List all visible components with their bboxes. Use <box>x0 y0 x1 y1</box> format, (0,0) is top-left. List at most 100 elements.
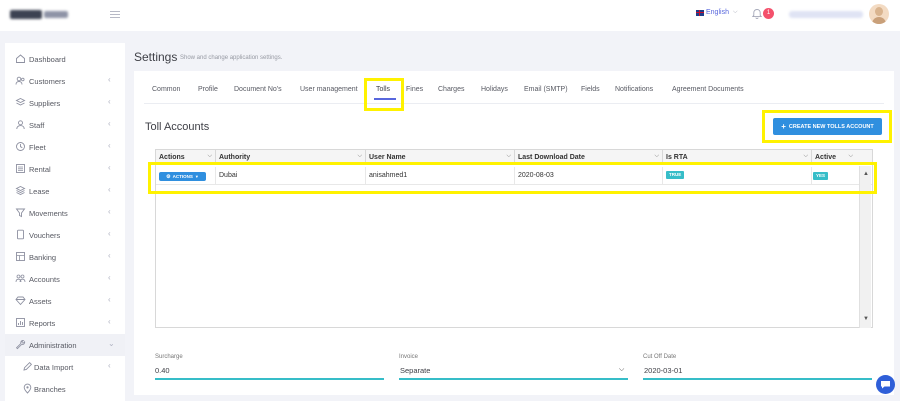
bell-icon[interactable] <box>751 8 763 20</box>
chevron-down-icon[interactable]: ⌵ <box>207 153 212 160</box>
sidebar-item-label: Rental <box>29 165 51 174</box>
tab-common[interactable]: Common <box>152 86 180 93</box>
chevron-down-icon[interactable]: ⌵ <box>848 153 853 160</box>
location-icon <box>23 383 32 394</box>
chevron-left-icon: ‹ <box>108 273 111 282</box>
tab-user-management[interactable]: User management <box>300 86 358 93</box>
top-bar: English ⌵ 1 <box>0 0 900 31</box>
sidebar-item-branches[interactable]: Branches <box>5 378 125 400</box>
avatar[interactable] <box>869 4 889 24</box>
sidebar-item-staff[interactable]: Staff ‹ <box>5 114 125 136</box>
chevron-left-icon: ‹ <box>108 361 111 370</box>
tab-charges[interactable]: Charges <box>438 86 464 93</box>
sidebar-item-label: Branches <box>34 385 66 394</box>
sidebar-item-label: Suppliers <box>29 99 61 108</box>
highlight-tolls-tab <box>364 78 404 111</box>
menu-toggle-icon[interactable] <box>110 11 120 18</box>
sidebar-item-label: Dashboard <box>29 55 66 64</box>
page-title: Settings <box>134 50 178 64</box>
page-subtitle: Show and change application settings. <box>180 55 283 61</box>
chevron-left-icon: ‹ <box>108 141 111 150</box>
sidebar-item-label: Administration <box>29 341 77 350</box>
invoice-label: Invoice <box>399 354 419 360</box>
diamond-icon <box>15 296 26 306</box>
tab-fines[interactable]: Fines <box>406 86 423 93</box>
sidebar-item-label: Assets <box>29 297 52 306</box>
edit-icon <box>23 361 33 371</box>
notification-badge[interactable]: 1 <box>763 8 774 19</box>
sidebar-item-suppliers[interactable]: Suppliers ‹ <box>5 92 125 114</box>
document-icon <box>17 229 24 240</box>
tab-holidays[interactable]: Holidays <box>481 86 508 93</box>
sidebar-item-label: Fleet <box>29 143 46 152</box>
language-selector[interactable]: English ⌵ <box>696 9 738 16</box>
chevron-left-icon: ‹ <box>108 185 111 194</box>
sidebar-item-rental[interactable]: Rental ‹ <box>5 158 125 180</box>
chevron-left-icon: ‹ <box>108 229 111 238</box>
tab-notifications[interactable]: Notifications <box>615 86 653 93</box>
sidebar-item-administration[interactable]: Administration ⌄ <box>5 334 125 356</box>
surcharge-underline <box>155 378 384 380</box>
chevron-down-icon[interactable]: ⌵ <box>619 366 624 374</box>
wrench-icon <box>15 340 26 350</box>
sidebar-item-label: Reports <box>29 319 56 328</box>
sidebar-item-label: Staff <box>29 121 45 130</box>
sidebar-item-reports[interactable]: Reports ‹ <box>5 312 125 334</box>
sidebar-item-banking[interactable]: Banking ‹ <box>5 246 125 268</box>
chevron-down-icon[interactable]: ⌵ <box>357 153 362 160</box>
users-icon <box>15 76 25 85</box>
chevron-left-icon: ‹ <box>108 317 111 326</box>
sidebar-item-label: Banking <box>29 253 57 262</box>
clock-icon <box>16 142 25 151</box>
chevron-down-icon[interactable]: ⌵ <box>654 153 659 160</box>
cutoff-date-input[interactable]: 2020-03-01 <box>644 366 682 375</box>
tab-profile[interactable]: Profile <box>198 86 218 93</box>
sidebar-item-fleet[interactable]: Fleet ‹ <box>5 136 125 158</box>
sidebar-item-dashboard[interactable]: Dashboard <box>5 48 125 70</box>
chat-icon <box>881 381 890 389</box>
tab-agreement-documents[interactable]: Agreement Documents <box>672 86 744 93</box>
chevron-left-icon: ‹ <box>108 295 111 304</box>
scroll-down-icon[interactable]: ▼ <box>863 316 869 322</box>
user-group-icon <box>16 120 25 130</box>
chevron-left-icon: ‹ <box>108 163 111 172</box>
tab-document-nos[interactable]: Document No's <box>234 86 282 93</box>
chevron-left-icon: ‹ <box>108 119 111 128</box>
chevron-left-icon: ‹ <box>108 75 111 84</box>
app-logo[interactable] <box>10 8 68 21</box>
cutoff-date-underline <box>643 378 872 380</box>
tab-fields[interactable]: Fields <box>581 86 600 93</box>
sidebar-item-label: Vouchers <box>29 231 61 240</box>
stack-icon <box>15 185 26 196</box>
layers-icon <box>15 97 26 106</box>
chevron-down-icon: ⌄ <box>108 339 115 348</box>
chevron-down-icon[interactable]: ⌵ <box>506 153 511 160</box>
surcharge-label: Surcharge <box>155 354 183 360</box>
highlight-data-row <box>148 162 877 194</box>
user-name[interactable] <box>789 11 863 18</box>
sidebar-item-lease[interactable]: Lease ‹ <box>5 180 125 202</box>
sidebar-item-movements[interactable]: Movements ‹ <box>5 202 125 224</box>
chevron-down-icon[interactable]: ⌵ <box>803 153 808 160</box>
sidebar-item-label: Data Import <box>34 363 74 372</box>
sidebar-item-label: Movements <box>29 209 68 218</box>
chat-button[interactable] <box>876 375 895 394</box>
sidebar: Dashboard Customers ‹ Suppliers ‹ Staff … <box>5 43 125 401</box>
chevron-left-icon: ‹ <box>108 97 111 106</box>
sidebar-item-label: Accounts <box>29 275 60 284</box>
home-icon <box>16 54 25 63</box>
tab-email-smtp[interactable]: Email (SMTP) <box>524 86 568 93</box>
chevron-down-icon: ⌵ <box>732 9 738 15</box>
filter-icon <box>15 208 26 218</box>
sidebar-item-assets[interactable]: Assets ‹ <box>5 290 125 312</box>
chevron-left-icon: ‹ <box>108 207 111 216</box>
sidebar-item-vouchers[interactable]: Vouchers ‹ <box>5 224 125 246</box>
chevron-left-icon: ‹ <box>108 251 111 260</box>
list-icon <box>16 164 25 173</box>
sidebar-item-customers[interactable]: Customers ‹ <box>5 70 125 92</box>
sidebar-item-data-import[interactable]: Data Import ‹ <box>5 356 125 378</box>
accounts-icon <box>15 274 26 283</box>
surcharge-input[interactable]: 0.40 <box>155 366 170 375</box>
sidebar-item-accounts[interactable]: Accounts ‹ <box>5 268 125 290</box>
invoice-select[interactable]: Separate <box>400 366 430 375</box>
